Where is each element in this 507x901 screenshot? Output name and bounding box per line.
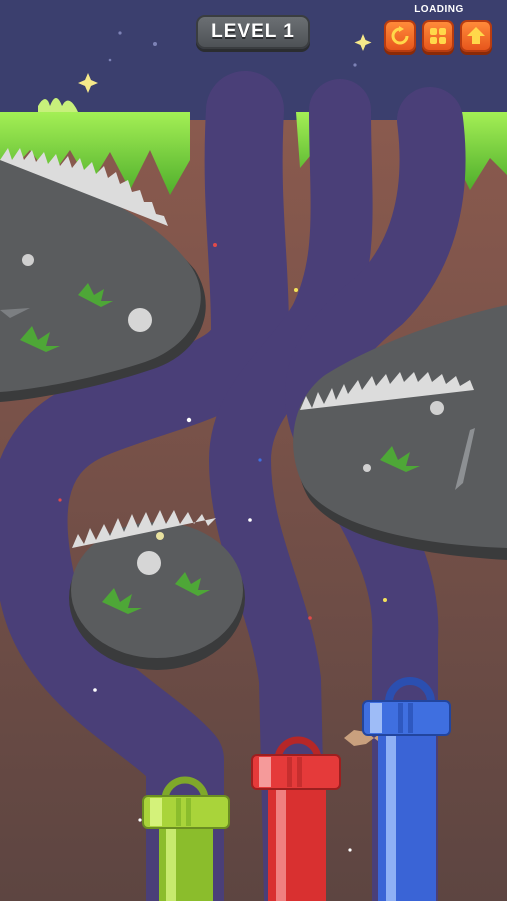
restart-icon [391, 26, 409, 45]
game-scene [0, 0, 507, 901]
home-button[interactable] [460, 20, 492, 52]
restart-button[interactable] [384, 20, 416, 52]
grid-menu-icon [430, 28, 446, 44]
house-arrow-icon [467, 27, 485, 44]
loading-label: LOADING [414, 4, 464, 15]
level-indicator: LEVEL 1 [196, 15, 310, 49]
game-stage: LEVEL 1 LOADING [0, 0, 507, 901]
menu-button[interactable] [422, 20, 454, 52]
